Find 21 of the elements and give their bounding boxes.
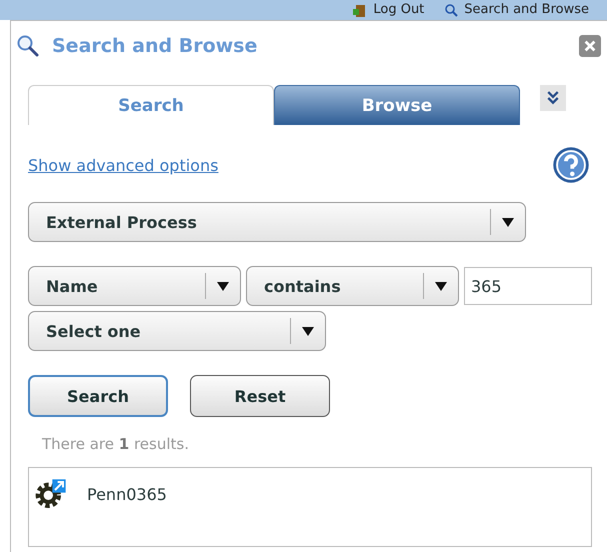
reset-button[interactable]: Reset: [190, 375, 330, 417]
result-item[interactable]: Penn0365: [87, 484, 167, 504]
field-dropdown[interactable]: Name: [28, 266, 241, 306]
search-icon[interactable]: [444, 3, 458, 17]
top-bar-link[interactable]: Log Out: [373, 3, 424, 17]
search-button[interactable]: Search: [28, 375, 168, 417]
type-dropdown[interactable]: External Process: [28, 202, 526, 242]
operator-dropdown[interactable]: contains: [246, 266, 459, 306]
help-icon[interactable]: [552, 146, 590, 184]
value-input-field[interactable]: 365: [464, 267, 592, 305]
top-bar-link[interactable]: Search and Browse: [464, 3, 589, 17]
panel-title: Search and Browse: [52, 35, 258, 57]
search-icon: [16, 34, 40, 58]
door-icon[interactable]: [353, 3, 368, 17]
tab[interactable]: Browse: [274, 85, 520, 125]
select-dropdown[interactable]: Select one: [28, 311, 326, 351]
gear-shortcut-icon: [35, 478, 67, 510]
advanced-options-link[interactable]: Show advanced options: [28, 156, 218, 174]
result-count: There are 1 results.: [42, 435, 190, 453]
expand-icon[interactable]: [540, 85, 566, 111]
close-icon[interactable]: [579, 35, 601, 57]
